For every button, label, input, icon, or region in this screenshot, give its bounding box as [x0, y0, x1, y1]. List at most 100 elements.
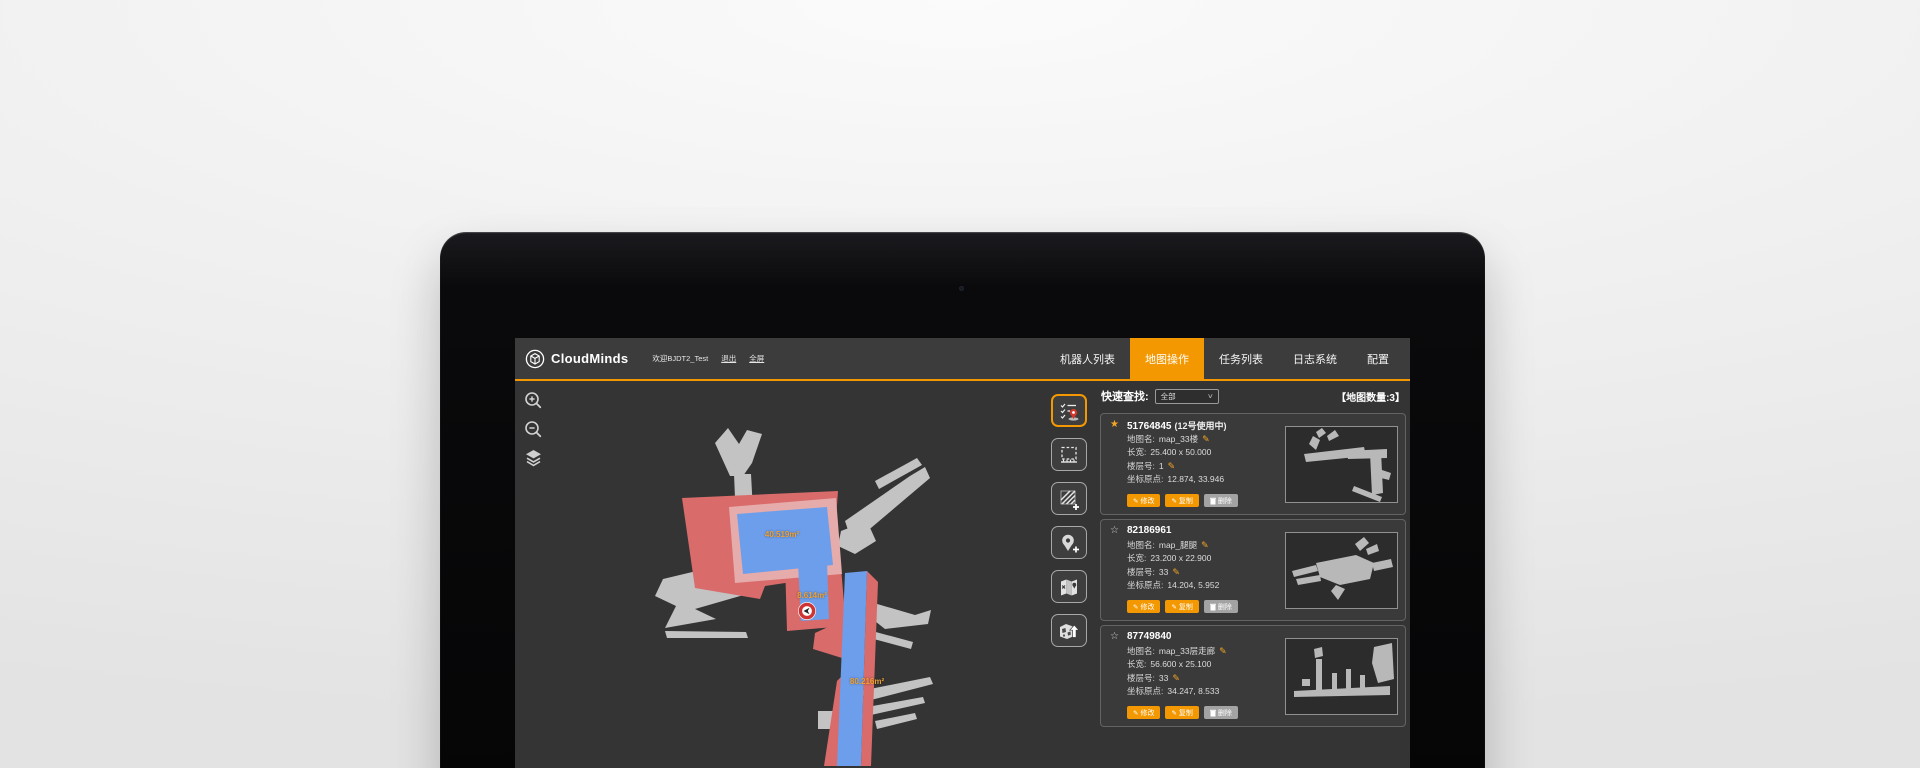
map-size: 25.400 x 50.000 — [1150, 447, 1211, 457]
area-label: 8.614m² — [787, 591, 837, 600]
modify-button[interactable]: ✎修改 — [1127, 600, 1160, 613]
field-label: 坐标原点: — [1127, 474, 1163, 484]
tab-configuration[interactable]: 配置 — [1352, 338, 1404, 379]
map-usage-note: (12号使用中) — [1175, 421, 1227, 431]
cloudminds-logo-icon — [525, 349, 545, 369]
edit-pencil-icon[interactable]: ✎ — [1172, 673, 1180, 683]
star-icon[interactable]: ☆ — [1110, 631, 1119, 642]
delete-button[interactable]: 删除 — [1204, 494, 1238, 507]
field-label: 坐标原点: — [1127, 686, 1163, 696]
map-canvas[interactable]: 40.519m² 8.614m² 80.216m² — [515, 381, 1048, 766]
edit-pencil-icon[interactable]: ✎ — [1201, 540, 1209, 550]
edit-pencil-icon[interactable]: ✎ — [1202, 434, 1210, 444]
map-name: map_33楼 — [1159, 434, 1198, 444]
map-origin: 34.247, 8.533 — [1167, 686, 1219, 696]
tab-map-operations[interactable]: 地图操作 — [1130, 338, 1204, 379]
field-label: 地图名: — [1127, 646, 1155, 656]
tab-task-list[interactable]: 任务列表 — [1204, 338, 1278, 379]
map-card-fields: 地图名:map_33层走廊✎ 长宽:56.600 x 25.100 楼层号:33… — [1127, 645, 1227, 699]
main-nav: 机器人列表 地图操作 任务列表 日志系统 配置 — [1045, 338, 1410, 379]
map-card-title: 51764845(12号使用中) — [1127, 419, 1227, 432]
map-origin: 12.874, 33.946 — [1167, 474, 1224, 484]
map-origin: 14.204, 5.952 — [1167, 580, 1219, 590]
field-label: 地图名: — [1127, 540, 1155, 550]
map-list-panel: 快速查找: 全部 ∨ 【地图数量:3】 ★ 51764845(12号使用中) 地… — [1100, 381, 1406, 766]
map-size: 56.600 x 25.100 — [1150, 659, 1211, 669]
app-header: CloudMinds 欢迎BJDT2_Test 退出 全屏 机器人列表 地图操作… — [515, 338, 1410, 381]
layers-icon[interactable] — [523, 448, 543, 468]
star-icon[interactable]: ☆ — [1110, 525, 1119, 536]
session-links: 欢迎BJDT2_Test 退出 全屏 — [652, 353, 764, 364]
map-upload-icon[interactable] — [1051, 614, 1087, 647]
star-icon[interactable]: ★ — [1110, 419, 1119, 430]
map-card-fields: 地图名:map_33楼✎ 长宽:25.400 x 50.000 楼层号:1✎ 坐… — [1127, 433, 1224, 487]
zoom-out-icon[interactable] — [523, 419, 543, 439]
trash-icon — [1210, 603, 1216, 611]
map-thumbnail[interactable] — [1285, 532, 1398, 609]
field-label: 坐标原点: — [1127, 580, 1163, 590]
copy-button[interactable]: ✎复制 — [1165, 706, 1198, 719]
delete-button[interactable]: 删除 — [1204, 600, 1238, 613]
app-screen: CloudMinds 欢迎BJDT2_Test 退出 全屏 机器人列表 地图操作… — [515, 338, 1410, 768]
pencil-icon: ✎ — [1133, 497, 1138, 505]
pencil-icon: ✎ — [1171, 709, 1176, 717]
modify-button[interactable]: ✎修改 — [1127, 706, 1160, 719]
edit-pencil-icon[interactable]: ✎ — [1168, 461, 1176, 471]
brand-name: CloudMinds — [551, 351, 628, 366]
map-card-actions: ✎修改 ✎复制 删除 — [1127, 706, 1238, 719]
field-label: 楼层号: — [1127, 567, 1155, 577]
pencil-icon: ✎ — [1171, 603, 1176, 611]
copy-button[interactable]: ✎复制 — [1165, 600, 1198, 613]
map-card[interactable]: ☆ 82186961 地图名: map_腿腿 ✎ 长宽: 23.200 x 22.90… — [1100, 519, 1406, 621]
hatch-region-add-icon[interactable] — [1051, 482, 1087, 515]
map-id: 82186961 — [1127, 525, 1172, 536]
webcam-icon — [959, 286, 964, 291]
brand: CloudMinds — [525, 349, 628, 369]
map-filter-select[interactable]: 全部 ∨ — [1155, 389, 1219, 404]
welcome-text: 欢迎BJDT2_Test — [652, 353, 708, 364]
map-name: map_腿腿 — [1159, 540, 1197, 550]
selected-filter-value: 全部 — [1161, 391, 1176, 402]
folded-map-pin-icon[interactable] — [1051, 570, 1087, 603]
map-card-actions: ✎修改 ✎复制 删除 — [1127, 600, 1238, 613]
map-controls — [523, 390, 543, 468]
content-area: 40.519m² 8.614m² 80.216m² — [515, 381, 1410, 766]
quick-search-label: 快速查找: — [1101, 388, 1149, 404]
modify-button[interactable]: ✎修改 — [1127, 494, 1160, 507]
field-label: 地图名: — [1127, 434, 1155, 444]
delete-button[interactable]: 删除 — [1204, 706, 1238, 719]
map-card[interactable]: ☆ 87749840 地图名:map_33层走廊✎ 长宽:56.600 x 25… — [1100, 625, 1406, 727]
copy-button[interactable]: ✎复制 — [1165, 494, 1198, 507]
map-floor: 1 — [1159, 461, 1164, 471]
map-card-title: 87749840 — [1127, 631, 1175, 642]
edit-pencil-icon[interactable]: ✎ — [1172, 567, 1180, 577]
map-card[interactable]: ★ 51764845(12号使用中) 地图名:map_33楼✎ 长宽:25.40… — [1100, 413, 1406, 515]
area-label: 80.216m² — [839, 677, 895, 686]
trash-icon — [1210, 497, 1216, 505]
desktop-background: CloudMinds 欢迎BJDT2_Test 退出 全屏 机器人列表 地图操作… — [0, 0, 1920, 768]
field-label: 长宽: — [1127, 553, 1146, 563]
fullscreen-link[interactable]: 全屏 — [749, 353, 764, 364]
map-count-badge: 【地图数量:3】 — [1336, 389, 1405, 404]
select-area-icon[interactable] — [1051, 438, 1087, 471]
map-card-actions: ✎修改 ✎复制 删除 — [1127, 494, 1238, 507]
quick-search-row: 快速查找: 全部 ∨ 【地图数量:3】 — [1101, 386, 1405, 406]
tab-robot-list[interactable]: 机器人列表 — [1045, 338, 1130, 379]
logout-link[interactable]: 退出 — [721, 353, 736, 364]
map-card-fields: 地图名:map_腿腿✎ 长宽:23.200 x 22.900 楼层号:33✎ 坐… — [1127, 539, 1219, 593]
map-checklist-pin-icon[interactable] — [1051, 394, 1087, 427]
occupancy-map — [515, 381, 1048, 766]
tab-log-system[interactable]: 日志系统 — [1278, 338, 1352, 379]
map-id: 87749840 — [1127, 631, 1172, 642]
field-label: 长宽: — [1127, 659, 1146, 669]
map-size: 23.200 x 22.900 — [1150, 553, 1211, 563]
area-label: 40.519m² — [737, 530, 827, 539]
map-thumbnail[interactable] — [1285, 426, 1398, 503]
trash-icon — [1210, 709, 1216, 717]
zoom-in-icon[interactable] — [523, 390, 543, 410]
map-thumbnail[interactable] — [1285, 638, 1398, 715]
edit-pencil-icon[interactable]: ✎ — [1219, 646, 1227, 656]
pin-add-icon[interactable] — [1051, 526, 1087, 559]
map-card-title: 82186961 — [1127, 525, 1175, 536]
map-tool-column — [1051, 394, 1087, 647]
